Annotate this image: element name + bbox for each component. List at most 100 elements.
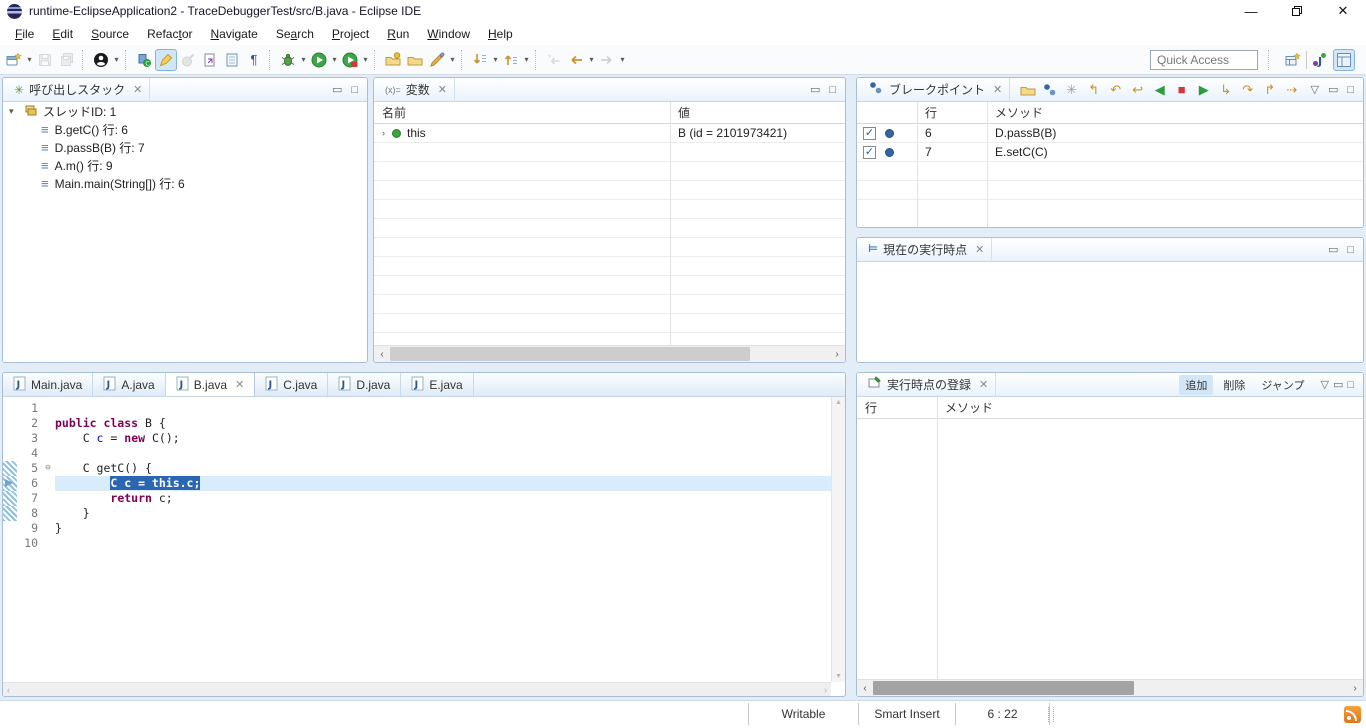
step-into-icon[interactable]: ↱ [1260, 80, 1279, 100]
menu-search[interactable]: Search [267, 22, 323, 45]
open-folder-icon[interactable] [1018, 80, 1037, 100]
prev-annotation-dropdown-icon[interactable]: ▾ [522, 55, 531, 64]
new-wizard-icon[interactable] [3, 49, 25, 71]
breakpoint-row[interactable]: ✓ 7 E.setC(C) [857, 143, 1363, 162]
maximize-icon[interactable]: □ [1347, 84, 1354, 96]
menu-project[interactable]: Project [323, 22, 378, 45]
current-exec-tab[interactable]: ⊨ 現在の実行時点 ✕ [861, 238, 992, 262]
code-line[interactable]: 5⊖ C getC() { [3, 461, 831, 476]
close-icon[interactable]: ✕ [438, 83, 447, 96]
menu-edit[interactable]: Edit [43, 22, 82, 45]
code-line[interactable]: 3 C c = new C(); [3, 431, 831, 446]
quick-access-input[interactable]: Quick Access [1150, 50, 1258, 70]
breakpoint-checkbox[interactable]: ✓ [863, 127, 876, 140]
step-back-return-icon[interactable]: ↩ [1128, 80, 1147, 100]
column-header-value[interactable]: 値 [670, 104, 690, 121]
user-account-dropdown-icon[interactable]: ▾ [112, 55, 121, 64]
step-back-into-icon[interactable]: ↰ [1084, 80, 1103, 100]
editor-horizontal-scrollbar[interactable]: ‹› [3, 682, 831, 696]
exec-registry-tab[interactable]: 実行時点の登録 ✕ [861, 373, 996, 397]
skip-breakpoints-icon[interactable]: ✳ [1062, 80, 1081, 100]
maximize-icon[interactable]: □ [829, 84, 836, 96]
menu-navigate[interactable]: Navigate [201, 22, 266, 45]
brush-icon[interactable] [426, 49, 448, 71]
exec-registry-horizontal-scrollbar[interactable]: ‹› [857, 679, 1363, 696]
editor-tab-b-java[interactable]: JB.java✕ [166, 373, 256, 396]
editor-tab-a-java[interactable]: JA.java [93, 373, 165, 396]
outline-doc-icon[interactable] [221, 49, 243, 71]
stack-frame-row[interactable]: ≡D.passB(B) 行: 7 [3, 138, 367, 156]
minimize-icon[interactable]: ▭ [1328, 243, 1338, 256]
code-line[interactable]: 9} [3, 521, 831, 536]
code-line[interactable]: 1 [3, 401, 831, 416]
minimize-icon[interactable]: ▭ [1333, 378, 1343, 391]
maximize-icon[interactable]: □ [1347, 379, 1354, 391]
java-perspective-icon[interactable]: J [1309, 49, 1331, 71]
debug-perspective-icon[interactable] [1333, 49, 1355, 71]
expand-icon[interactable]: › [382, 128, 392, 138]
menu-refactor[interactable]: Refactor [138, 22, 201, 45]
debug-icon[interactable] [277, 49, 299, 71]
breakpoint-checkbox[interactable]: ✓ [863, 146, 876, 159]
code-line[interactable]: 8 } [3, 506, 831, 521]
rss-icon[interactable] [1344, 706, 1361, 723]
forward-dropdown-icon[interactable]: ▾ [618, 55, 627, 64]
run-icon[interactable] [308, 49, 330, 71]
highlighter-icon[interactable] [155, 49, 177, 71]
window-close-button[interactable]: ✕ [1320, 0, 1366, 22]
coverage-dropdown-icon[interactable]: ▾ [361, 55, 370, 64]
menu-run[interactable]: Run [378, 22, 418, 45]
user-account-icon[interactable] [90, 49, 112, 71]
code-editor[interactable]: 12public class B {3 C c = new C();45⊖ C … [3, 397, 831, 682]
thread-row[interactable]: ▾ スレッドID: 1 [3, 102, 367, 120]
open-type-icon[interactable] [199, 49, 221, 71]
editor-tab-c-java[interactable]: JC.java [255, 373, 328, 396]
breakpoint-row[interactable]: ✓ 6 D.passB(B) [857, 124, 1363, 143]
resume-forward-icon[interactable]: ▶ [1194, 80, 1213, 100]
code-line[interactable]: 10 [3, 536, 831, 551]
back-dropdown-icon[interactable]: ▾ [587, 55, 596, 64]
editor-tab-e-java[interactable]: JE.java [401, 373, 473, 396]
open-folder-icon[interactable] [404, 49, 426, 71]
variables-tab[interactable]: (x)= 変数 ✕ [378, 78, 455, 102]
terminate-icon[interactable]: ■ [1172, 80, 1191, 100]
pilcrow-icon[interactable]: ¶ [243, 49, 265, 71]
stack-frame-row[interactable]: ≡Main.main(String[]) 行: 6 [3, 174, 367, 192]
back-icon[interactable] [565, 49, 587, 71]
run-dropdown-icon[interactable]: ▾ [330, 55, 339, 64]
step-back-over-icon[interactable]: ↶ [1106, 80, 1125, 100]
column-header-name[interactable]: 名前 [374, 104, 670, 121]
open-folder-new-icon[interactable] [382, 49, 404, 71]
stack-frame-row[interactable]: ≡A.m() 行: 9 [3, 156, 367, 174]
jump-button[interactable]: ジャンプ [1255, 375, 1310, 395]
delete-button[interactable]: 削除 [1217, 375, 1251, 395]
debug-dropdown-icon[interactable]: ▾ [299, 55, 308, 64]
window-restore-button[interactable] [1274, 0, 1320, 22]
open-perspective-icon[interactable] [1282, 49, 1304, 71]
run-to-line-icon[interactable]: ⇢ [1282, 80, 1301, 100]
editor-vertical-scrollbar[interactable]: ▲▼ [831, 397, 845, 682]
variables-horizontal-scrollbar[interactable]: ‹› [374, 345, 845, 362]
brush-dropdown-icon[interactable]: ▾ [448, 55, 457, 64]
step-return-icon[interactable]: ↳ [1216, 80, 1235, 100]
resume-backward-icon[interactable]: ◀ [1150, 80, 1169, 100]
next-annotation-icon[interactable] [469, 49, 491, 71]
menu-source[interactable]: Source [82, 22, 138, 45]
column-header-method[interactable]: メソッド [937, 399, 993, 416]
editor-tab-main-java[interactable]: JMain.java [3, 373, 93, 396]
view-menu-icon[interactable]: ▽ [1310, 83, 1318, 96]
minimize-icon[interactable]: ▭ [332, 83, 342, 96]
fold-marker[interactable]: ⊖ [41, 461, 55, 476]
view-menu-icon[interactable]: ▽ [1320, 378, 1328, 391]
maximize-icon[interactable]: □ [1347, 244, 1354, 256]
close-icon[interactable]: ✕ [235, 378, 244, 391]
breakpoint-dots-icon[interactable] [1040, 80, 1059, 100]
variable-row[interactable]: › this B (id = 2101973421) [374, 124, 845, 143]
breakpoints-tab[interactable]: ブレークポイント ✕ [861, 78, 1010, 102]
add-button[interactable]: 追加 [1179, 375, 1213, 395]
menu-help[interactable]: Help [479, 22, 522, 45]
close-icon[interactable]: ✕ [975, 243, 984, 256]
coverage-icon[interactable] [339, 49, 361, 71]
column-header-line[interactable]: 行 [917, 104, 987, 121]
code-line[interactable]: 7 return c; [3, 491, 831, 506]
